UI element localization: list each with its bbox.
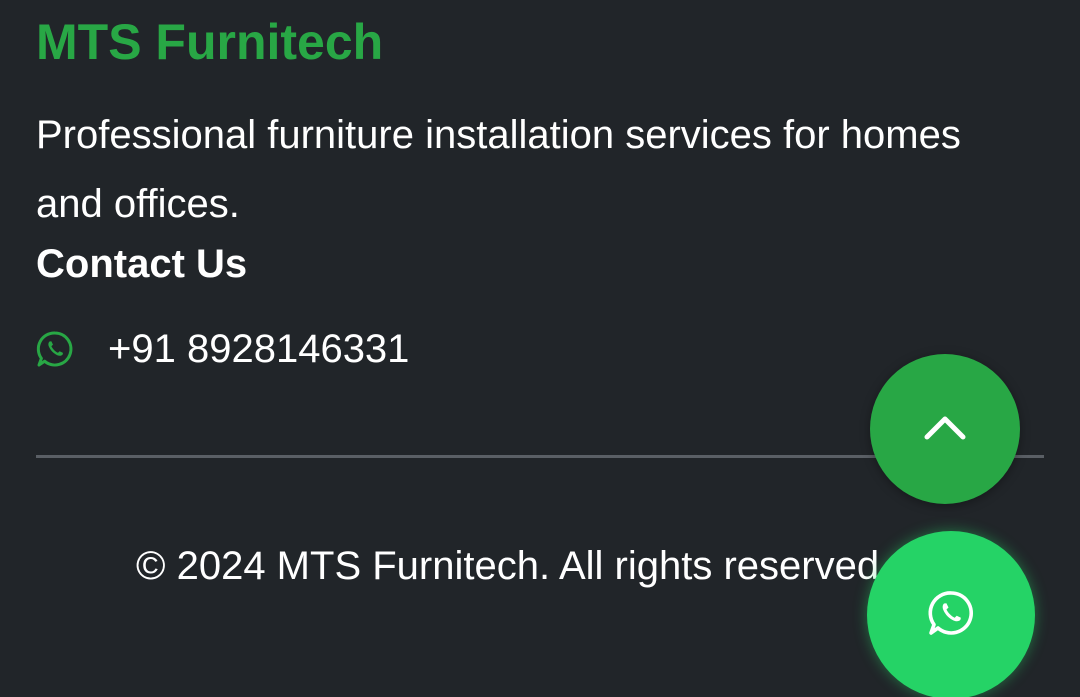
- whatsapp-chat-button[interactable]: [867, 531, 1035, 697]
- copyright-text: © 2024 MTS Furnitech. All rights reserve…: [136, 544, 891, 588]
- whatsapp-icon: [927, 589, 975, 642]
- scroll-to-top-button[interactable]: [870, 354, 1020, 504]
- contact-phone-row[interactable]: +91 8928146331: [36, 326, 409, 372]
- brand-description: Professional furniture installation serv…: [36, 113, 961, 226]
- contact-heading: Contact Us: [36, 242, 248, 286]
- site-footer: MTS Furnitech Professional furniture ins…: [0, 0, 1080, 697]
- chevron-up-icon: [923, 413, 967, 446]
- brand-title: MTS Furnitech: [36, 14, 384, 70]
- contact-phone: +91 8928146331: [108, 327, 410, 371]
- whatsapp-icon: [36, 330, 74, 368]
